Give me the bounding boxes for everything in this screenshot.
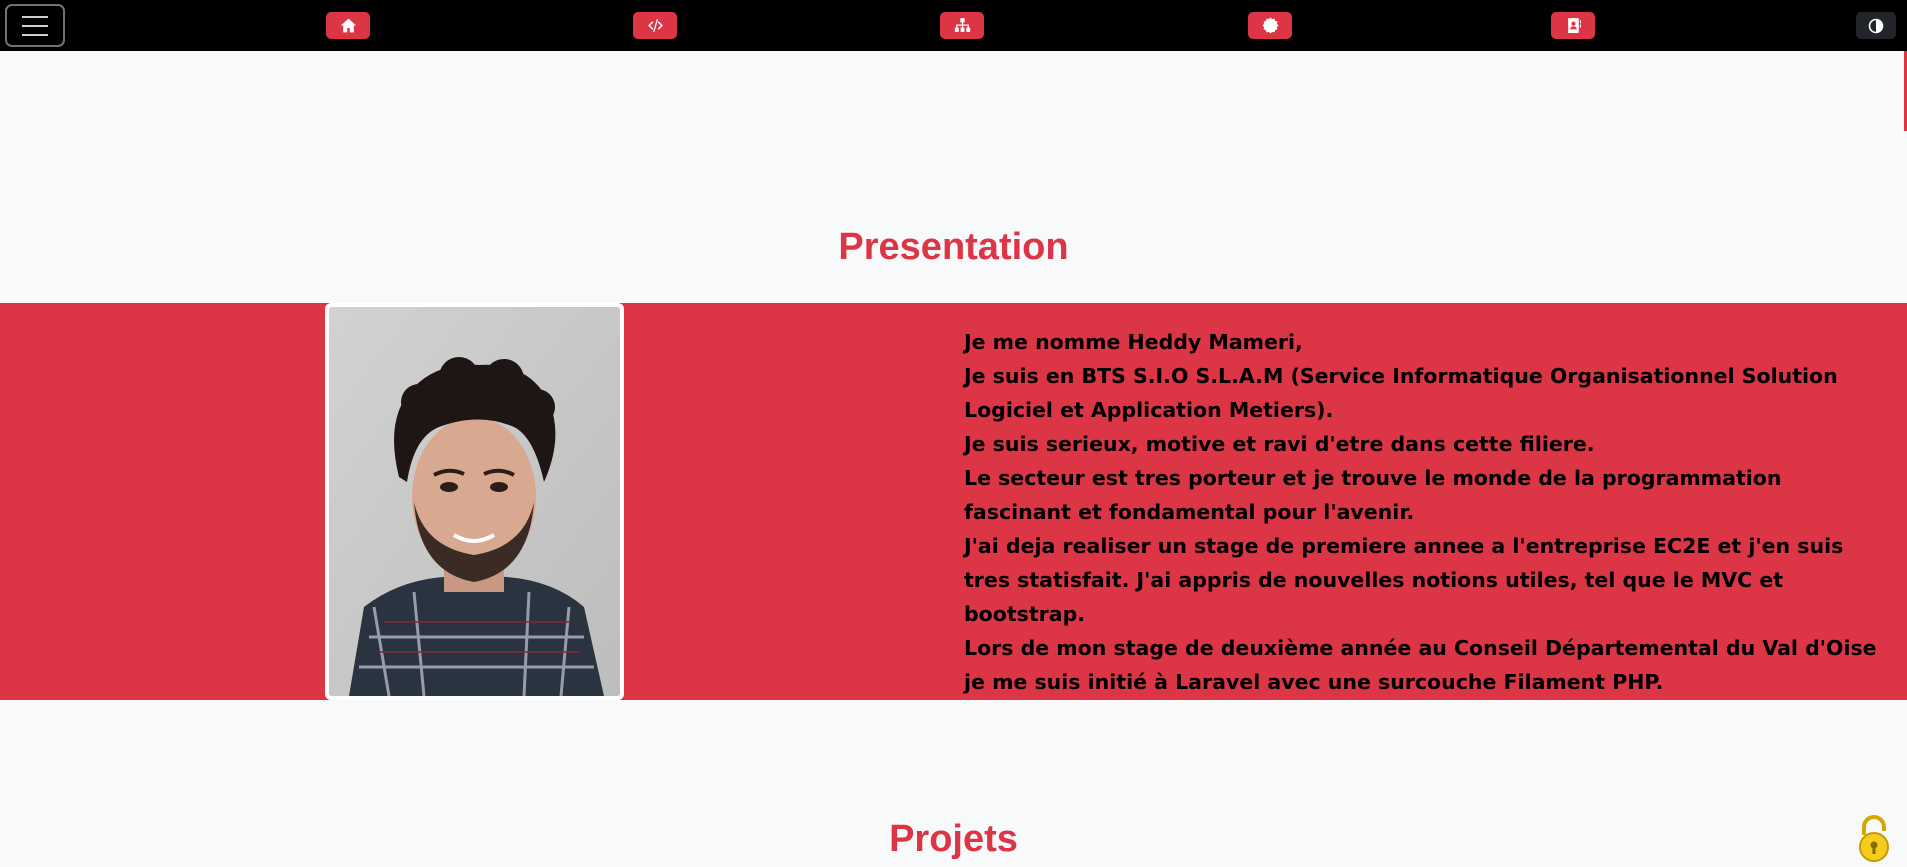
bio-line: Le secteur est tres porteur et je trouve…: [964, 466, 1782, 524]
bio-line: Je me nomme Heddy Mameri,: [964, 330, 1303, 354]
profile-photo: [325, 303, 624, 700]
certificate-icon: [1262, 17, 1278, 34]
code-icon: [647, 19, 663, 32]
presentation-text: Je me nomme Heddy Mameri, Je suis en BTS…: [964, 325, 1894, 699]
navbar: [0, 0, 1907, 51]
nav-projects-button[interactable]: [633, 12, 677, 39]
portrait-image: [329, 307, 620, 696]
home-icon: [340, 18, 356, 33]
nav-certifications-button[interactable]: [1248, 12, 1292, 39]
bio-line: Je suis en BTS S.I.O S.L.A.M (Service In…: [964, 364, 1838, 422]
projets-title: Projets: [889, 818, 1018, 860]
contrast-icon: [1868, 18, 1884, 33]
lock-icon[interactable]: [1856, 813, 1892, 863]
nav-skills-button[interactable]: [940, 12, 984, 39]
bio-line: J'ai deja realiser un stage de premiere …: [964, 534, 1844, 626]
sitemap-icon: [954, 18, 970, 32]
nav-contact-button[interactable]: [1551, 12, 1595, 39]
bio-line: Lors de mon stage de deuxième année au C…: [964, 636, 1877, 694]
menu-toggle-button[interactable]: [5, 4, 65, 47]
contact-card-icon: [1567, 18, 1581, 33]
nav-home-button[interactable]: [326, 12, 370, 39]
presentation-title: Presentation: [838, 226, 1069, 268]
theme-toggle-button[interactable]: [1856, 12, 1896, 39]
hamburger-icon: [22, 15, 48, 18]
bio-line: Je suis serieux, motive et ravi d'etre d…: [964, 432, 1595, 456]
